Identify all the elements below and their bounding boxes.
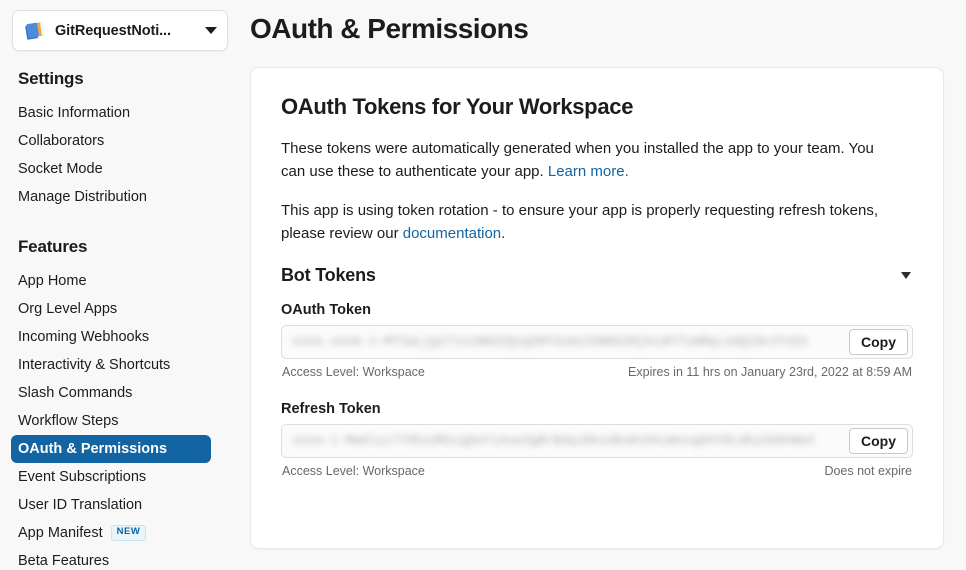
bot-tokens-section-header[interactable]: Bot Tokens [281,265,913,286]
sidebar-item-label: App Home [18,273,87,289]
field-spacer [281,379,913,401]
refresh-token-access-level: Access Level: Workspace [282,464,425,478]
nav-heading-settings: Settings [18,69,84,88]
app-selector-label: GitRequestNoti... [55,22,171,39]
sidebar-item-label: App Manifest [18,525,103,541]
sidebar-item-label: Socket Mode [18,161,103,177]
sidebar-item-event-subscriptions[interactable]: Event Subscriptions [0,463,228,491]
sidebar-item-app-home[interactable]: App Home [0,267,228,295]
learn-more-link[interactable]: Learn more. [548,163,629,180]
rotation-text-end: . [501,225,506,242]
sidebar-item-slash-commands[interactable]: Slash Commands [0,379,228,407]
refresh-token-expiry: Does not expire [824,464,912,478]
sidebar-item-label: Basic Information [18,105,131,121]
sidebar-item-label: Collaborators [18,133,105,149]
sidebar-item-user-id-translation[interactable]: User ID Translation [0,491,228,519]
sidebar-item-label: Incoming Webhooks [18,329,150,345]
sidebar-item-label: User ID Translation [18,497,143,513]
sidebar-nav: Settings Basic Information Collaborators… [0,69,240,570]
card-title: OAuth Tokens for Your Workspace [281,94,634,119]
bot-tokens-heading: Bot Tokens [281,265,376,285]
refresh-token-field[interactable]: xoxe-1-Mw0lyc7T9hzdM1cgbeY14ue3gRrB4qJ8k… [281,424,913,458]
refresh-token-meta: Access Level: Workspace Does not expire [282,464,912,478]
sidebar-item-org-level-apps[interactable]: Org Level Apps [0,295,228,323]
sidebar-item-app-manifest[interactable]: App Manifest NEW [0,519,228,547]
oauth-token-meta: Access Level: Workspace Expires in 11 hr… [282,365,912,379]
documentation-link[interactable]: documentation [403,225,501,242]
refresh-token-label: Refresh Token [281,401,381,417]
oauth-token-field[interactable]: xoxe.xoxb-1-MTIwLjg1TiszNDU2Qzg5RTAxmzI0… [281,325,913,359]
sidebar-item-manage-distribution[interactable]: Manage Distribution [0,183,228,211]
oauth-permissions-page: GitRequestNoti... Settings Basic Informa… [0,0,966,570]
books-icon [24,20,46,42]
copy-oauth-token-button[interactable]: Copy [849,329,908,355]
oauth-token-access-level: Access Level: Workspace [282,365,425,379]
sidebar-item-interactivity-shortcuts[interactable]: Interactivity & Shortcuts [0,351,228,379]
sidebar-item-label: Interactivity & Shortcuts [18,357,171,373]
sidebar-item-socket-mode[interactable]: Socket Mode [0,155,228,183]
sidebar-item-basic-information[interactable]: Basic Information [0,99,228,127]
sidebar-item-beta-features[interactable]: Beta Features [0,547,228,570]
sidebar-item-incoming-webhooks[interactable]: Incoming Webhooks [0,323,228,351]
oauth-token-label: OAuth Token [281,302,371,318]
sidebar-item-label: Org Level Apps [18,301,118,317]
sidebar-item-collaborators[interactable]: Collaborators [0,127,228,155]
copy-refresh-token-button[interactable]: Copy [849,428,908,454]
page-title: OAuth & Permissions [250,13,529,44]
sidebar-item-oauth-permissions[interactable]: OAuth & Permissions [11,435,211,463]
sidebar: GitRequestNoti... Settings Basic Informa… [0,0,240,570]
sidebar-item-label: OAuth & Permissions [18,441,168,457]
sidebar-item-label: Slash Commands [18,385,133,401]
sidebar-item-label: Event Subscriptions [18,469,147,485]
sidebar-item-label: Workflow Steps [18,413,119,429]
rotation-text: This app is using token rotation - to en… [281,202,878,242]
chevron-down-icon [205,27,217,34]
nav-heading-features: Features [18,237,88,256]
intro-paragraph: These tokens were automatically generate… [281,137,881,183]
chevron-down-icon[interactable] [901,272,911,279]
refresh-token-value: xoxe-1-Mw0lyc7T9hzdM1cgbeY14ue3gRrB4qJ8k… [292,434,816,448]
sidebar-item-label: Beta Features [18,553,110,569]
oauth-tokens-card: OAuth Tokens for Your Workspace These to… [250,67,944,549]
new-badge: NEW [110,525,147,541]
main-content: OAuth & Permissions OAuth Tokens for You… [240,0,966,570]
oauth-token-expiry: Expires in 11 hrs on January 23rd, 2022 … [628,365,912,379]
token-rotation-paragraph: This app is using token rotation - to en… [281,199,881,245]
sidebar-item-workflow-steps[interactable]: Workflow Steps [0,407,228,435]
app-selector-dropdown[interactable]: GitRequestNoti... [12,10,228,51]
oauth-token-value: xoxe.xoxb-1-MTIwLjg1TiszNDU2Qzg5RTAxmzI0… [292,335,808,349]
sidebar-item-label: Manage Distribution [18,189,147,205]
